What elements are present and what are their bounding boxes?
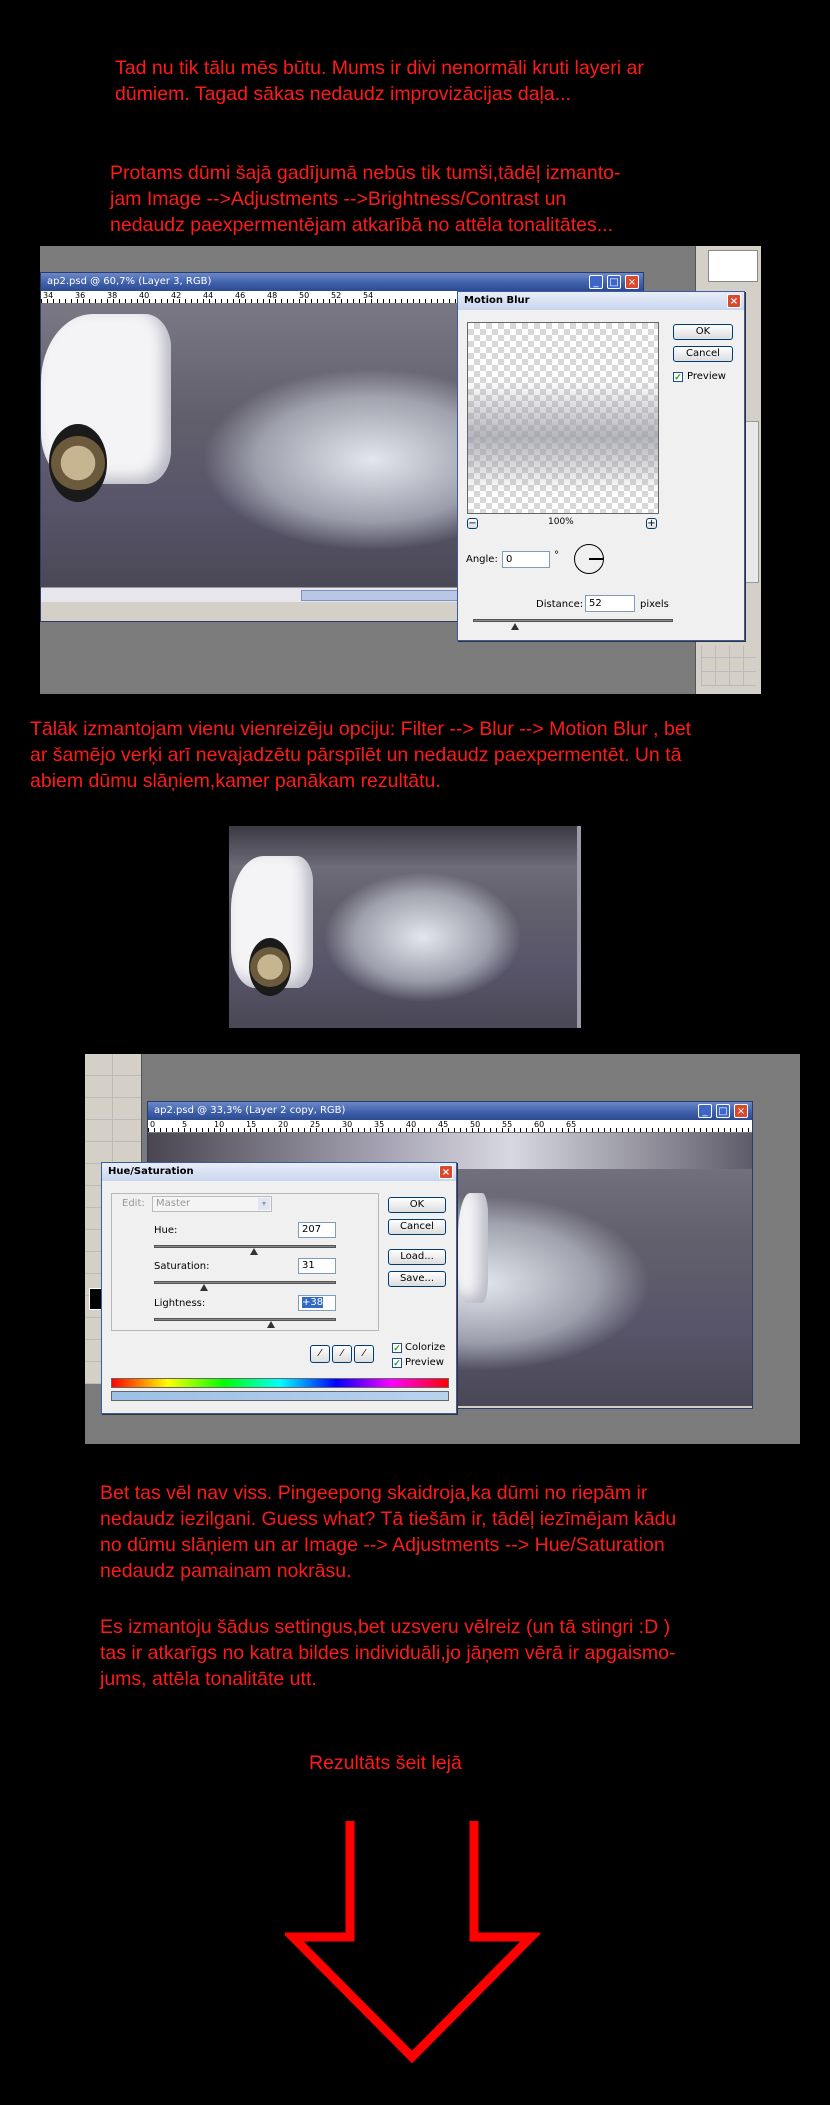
document-titlebar[interactable]: ap2.psd @ 60,7% (Layer 3, RGB) _ □ ×	[41, 273, 643, 291]
text-line: abiem dūmu slāņiem,kamer panākam rezultā…	[30, 770, 441, 792]
colorize-checkbox[interactable]: ✓	[392, 1343, 402, 1353]
close-icon[interactable]: ×	[625, 275, 639, 289]
screenshot-blur-result	[229, 826, 581, 1028]
distance-slider-thumb[interactable]	[511, 623, 519, 630]
document-title: ap2.psd @ 60,7% (Layer 3, RGB)	[47, 276, 212, 287]
chevron-down-icon[interactable]: ▾	[258, 1198, 270, 1210]
hue-input[interactable]: 207	[298, 1222, 336, 1238]
eyedropper-minus-icon[interactable]: ⁄	[354, 1345, 374, 1363]
hue-slider-thumb[interactable]	[250, 1248, 258, 1255]
minimize-icon[interactable]: _	[589, 275, 603, 289]
text-line: Tad nu tik tālu mēs būtu. Mums ir divi n…	[115, 57, 644, 79]
edit-select[interactable]: Master ▾	[152, 1196, 272, 1212]
colorized-spectrum-bar	[111, 1391, 449, 1401]
ok-button[interactable]: OK	[673, 324, 733, 340]
load-button[interactable]: Load...	[388, 1249, 446, 1265]
close-icon[interactable]: ×	[734, 1104, 748, 1118]
brightness-paragraph: Protams dūmi šajā gadījumā nebūs tik tum…	[110, 160, 620, 238]
car-wheel	[49, 424, 107, 502]
preview-checkbox[interactable]: ✓	[673, 372, 683, 382]
text-line: tas ir atkarīgs no katra bildes individu…	[100, 1642, 676, 1664]
text-line: nedaudz iezilgani. Guess what? Tā tiešām…	[100, 1508, 677, 1530]
screenshot-hue-saturation: ap2.psd @ 33,3% (Layer 2 copy, RGB) _ □ …	[85, 1054, 800, 1444]
saturation-slider-thumb[interactable]	[200, 1284, 208, 1291]
saturation-input[interactable]: 31	[298, 1258, 336, 1274]
angle-dial-needle	[589, 558, 604, 560]
down-arrow-graphic	[285, 1821, 540, 2064]
lightness-slider-thumb[interactable]	[267, 1321, 275, 1328]
text-line: jam Image -->Adjustments -->Brightness/C…	[110, 188, 567, 210]
maximize-icon[interactable]: □	[607, 275, 621, 289]
text-line: nedaudz paexpermentējam atkarībā no attē…	[110, 214, 613, 236]
text-line: nedaudz pamainam nokrāsu.	[100, 1560, 352, 1582]
hue-slider[interactable]	[154, 1245, 336, 1248]
saturation-label: Saturation:	[154, 1261, 210, 1272]
horizontal-ruler: 0 5 10 15 20 25 30 35 40 45 50 55 60 65	[148, 1120, 752, 1133]
angle-dial[interactable]	[574, 544, 604, 574]
preview-checkbox[interactable]: ✓	[392, 1358, 402, 1368]
screenshot-motion-blur: ap2.psd @ 60,7% (Layer 3, RGB) _ □ × 34 3…	[40, 246, 761, 694]
cancel-button[interactable]: Cancel	[673, 346, 733, 362]
lightness-slider[interactable]	[154, 1318, 336, 1321]
hue-spectrum-bar	[111, 1378, 449, 1388]
text-line: dūmiem. Tagad sākas nedaudz improvizācij…	[115, 83, 571, 105]
angle-input[interactable]: 0	[502, 551, 550, 568]
text-line: no dūmu slāņiem un ar Image --> Adjustme…	[100, 1534, 665, 1556]
frame-edge	[577, 826, 581, 1028]
lightness-input[interactable]: +38	[298, 1295, 336, 1311]
adjustment-group: Edit: Master ▾ Hue: 207 Saturation: 31 L…	[111, 1193, 379, 1331]
result-label: Rezultāts šeit lejā	[309, 1752, 462, 1774]
document-title: ap2.psd @ 33,3% (Layer 2 copy, RGB)	[154, 1105, 346, 1116]
preview-label: Preview	[687, 371, 726, 382]
document-titlebar[interactable]: ap2.psd @ 33,3% (Layer 2 copy, RGB) _ □ …	[148, 1102, 752, 1120]
distance-input[interactable]: 52	[585, 595, 635, 612]
hue-paragraph: Bet tas vēl nav viss. Pingeepong skaidro…	[100, 1480, 676, 1584]
angle-label: Angle:	[466, 554, 498, 565]
dialog-title: Motion Blur	[464, 295, 530, 306]
close-icon[interactable]: ×	[727, 294, 741, 308]
car-wheel	[249, 938, 291, 996]
text-line: Bet tas vēl nav viss. Pingeepong skaidro…	[100, 1482, 648, 1504]
edit-label: Edit:	[122, 1198, 145, 1209]
lightness-label: Lightness:	[154, 1298, 206, 1309]
car-image	[458, 1193, 488, 1303]
preview-label: Preview	[405, 1357, 444, 1368]
saturation-slider[interactable]	[154, 1281, 336, 1284]
colorize-label: Colorize	[405, 1342, 446, 1353]
zoom-out-button[interactable]: −	[467, 518, 478, 529]
minimize-icon[interactable]: _	[698, 1104, 712, 1118]
settings-paragraph: Es izmantoju šādus settingus,bet uzsveru…	[100, 1614, 676, 1692]
lightness-value-selected: +38	[302, 1297, 324, 1308]
dialog-title: Hue/Saturation	[108, 1166, 194, 1177]
save-button[interactable]: Save...	[388, 1271, 446, 1287]
text-line: jums, attēla tonalitāte utt.	[100, 1668, 317, 1690]
dialog-titlebar[interactable]: Motion Blur ×	[458, 292, 744, 310]
intro-paragraph: Tad nu tik tālu mēs būtu. Mums ir divi n…	[115, 55, 644, 107]
text-line: Protams dūmi šajā gadījumā nebūs tik tum…	[110, 162, 621, 184]
blur-preview[interactable]	[467, 322, 659, 514]
maximize-icon[interactable]: □	[716, 1104, 730, 1118]
zoom-in-button[interactable]: +	[646, 518, 657, 529]
text-line: Tālāk izmantojam vienu vienreizēju opcij…	[30, 718, 692, 740]
hue-label: Hue:	[154, 1225, 178, 1236]
distance-unit: pixels	[640, 599, 669, 610]
eyedropper-plus-icon[interactable]: ⁄	[332, 1345, 352, 1363]
thumbnail	[708, 250, 758, 282]
zoom-level: 100%	[548, 517, 574, 527]
angle-unit: °	[554, 550, 559, 561]
text-line: Es izmantoju šādus settingus,bet uzsveru…	[100, 1616, 671, 1638]
text-line: ar šamējo verķi arī nevajadzētu pārspīlē…	[30, 744, 682, 766]
swatches	[701, 646, 756, 686]
ok-button[interactable]: OK	[388, 1197, 446, 1213]
motion-blur-dialog: Motion Blur × − 100% + OK Cancel ✓ Previ…	[457, 291, 745, 641]
distance-slider[interactable]	[473, 619, 673, 622]
motion-blur-paragraph: Tālāk izmantojam vienu vienreizēju opcij…	[30, 716, 691, 794]
dialog-titlebar[interactable]: Hue/Saturation ×	[102, 1163, 456, 1181]
close-icon[interactable]: ×	[439, 1165, 453, 1179]
eyedropper-icon[interactable]: ⁄	[310, 1345, 330, 1363]
cancel-button[interactable]: Cancel	[388, 1219, 446, 1235]
distance-label: Distance:	[536, 599, 584, 610]
hue-saturation-dialog: Hue/Saturation × Edit: Master ▾ Hue: 207…	[101, 1162, 457, 1414]
